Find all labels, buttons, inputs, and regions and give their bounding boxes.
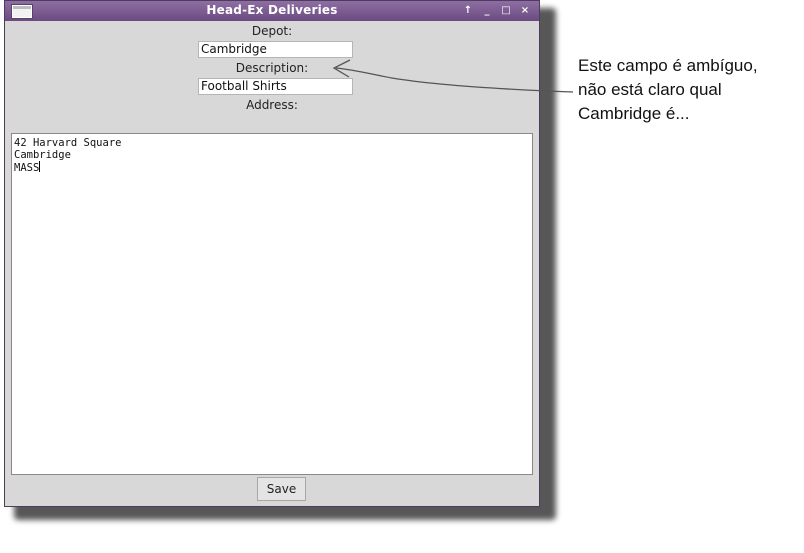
address-textarea[interactable]: 42 Harvard Square Cambridge MASS	[11, 133, 533, 475]
address-line: 42 Harvard Square	[14, 137, 122, 149]
screenshot-stage: Head-Ex Deliveries ↑ _ □ × Depot: Cambri…	[0, 0, 804, 553]
depot-field[interactable]: Cambridge	[198, 41, 353, 58]
description-field[interactable]: Football Shirts	[198, 78, 353, 95]
title-bar[interactable]: Head-Ex Deliveries ↑ _ □ ×	[5, 1, 539, 22]
address-line: MASS	[14, 161, 530, 174]
description-label: Description:	[235, 61, 309, 75]
app-window: Head-Ex Deliveries ↑ _ □ × Depot: Cambri…	[4, 0, 540, 507]
annotation-text: Este campo é ambíguo, não está claro qua…	[578, 54, 758, 126]
button-bar: Save	[11, 475, 533, 503]
annotation-line: Este campo é ambíguo,	[578, 56, 758, 75]
minimize-icon[interactable]: _	[479, 3, 495, 18]
annotation-line: Cambridge é...	[578, 104, 690, 123]
window-controls: ↑ _ □ ×	[460, 3, 533, 18]
text-caret	[39, 161, 41, 172]
depot-label: Depot:	[251, 24, 293, 38]
maximize-icon[interactable]: □	[498, 3, 514, 18]
annotation-line: não está claro qual	[578, 80, 722, 99]
delivery-form: Depot: Cambridge Description: Football S…	[5, 21, 539, 133]
window-title: Head-Ex Deliveries	[206, 3, 338, 17]
save-button[interactable]: Save	[257, 477, 306, 501]
address-line-text: MASS	[14, 162, 40, 174]
address-line: Cambridge	[14, 149, 71, 161]
close-icon[interactable]: ×	[517, 3, 533, 18]
address-label: Address:	[246, 98, 298, 112]
always-on-top-icon[interactable]: ↑	[460, 3, 476, 18]
